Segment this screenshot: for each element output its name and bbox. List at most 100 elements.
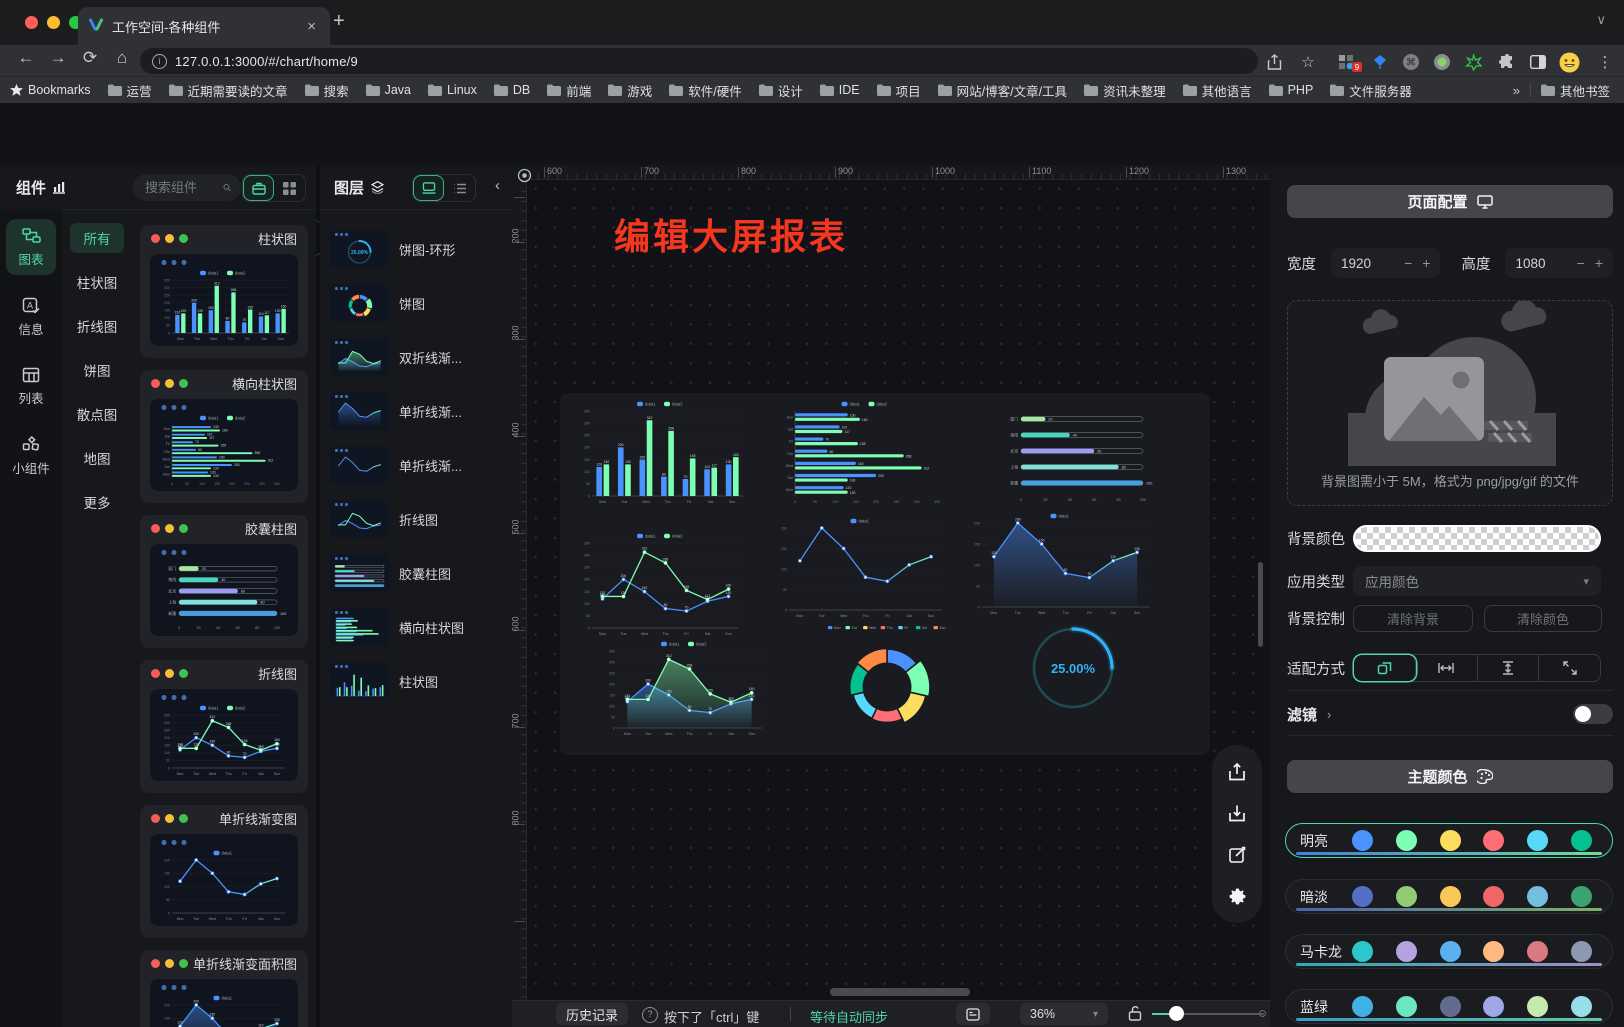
theme-row-马卡龙[interactable]: 马卡龙 (1285, 934, 1613, 969)
close-window-button[interactable] (25, 16, 38, 29)
minus-icon[interactable]: − (1577, 255, 1585, 271)
width-stepper[interactable]: 1920 − + (1331, 248, 1440, 278)
zoom-select[interactable]: 36% ▾ (1020, 1003, 1108, 1025)
share-icon[interactable] (1262, 50, 1286, 74)
minus-icon[interactable]: − (1404, 255, 1412, 271)
sidebar-item-列表[interactable]: 列表 (6, 359, 56, 414)
grid-view-toggle[interactable] (274, 175, 305, 201)
layer-item-3[interactable]: 单折线渐... (320, 384, 512, 438)
bookmark-item[interactable]: Linux (428, 83, 477, 97)
other-bookmarks[interactable]: 其他书签 (1541, 81, 1610, 100)
canvas-chart-bar[interactable]: data1data2050100150200250300350120200150… (575, 398, 747, 506)
help-icon[interactable]: ? (642, 1007, 658, 1023)
layer-item-6[interactable]: 胶囊柱图 (320, 546, 512, 600)
sidebar-item-图表[interactable]: 图表 (6, 219, 56, 275)
site-info-icon[interactable]: i (152, 54, 167, 69)
fit-stretch-button[interactable] (1539, 655, 1600, 681)
clear-color-button[interactable]: 清除颜色 (1484, 605, 1602, 632)
component-card-折线图[interactable]: 折线图data1data2050100150200250300350MonTue… (140, 660, 308, 793)
back-icon[interactable]: ← (14, 48, 38, 68)
canvas-chart-capsule[interactable]: 20厦门40南阳60北京80上海100新疆020406080100 (997, 405, 1159, 505)
plus-icon[interactable]: + (1422, 255, 1430, 271)
browser-menu-icon[interactable]: ⋮ (1593, 50, 1617, 74)
bookmark-item[interactable]: Java (366, 83, 411, 97)
layer-item-4[interactable]: 单折线渐... (320, 438, 512, 492)
canvas-chart-pie[interactable]: MonTueWedThuFriSatSun (792, 621, 982, 735)
address-bar[interactable]: i 127.0.0.1:3000/#/chart/home/9 (140, 48, 1258, 74)
category-折线图[interactable]: 折线图 (70, 311, 124, 341)
bookmark-item[interactable]: 文件服务器 (1330, 81, 1412, 100)
category-所有[interactable]: 所有 (70, 223, 124, 253)
component-card-单折线渐变面积图[interactable]: 单折线渐变面积图data1050100150200MonTueWedThuFri… (140, 950, 308, 1027)
browser-tab[interactable]: 工作空间-各种组件 × (78, 7, 330, 45)
collapse-panel-chevron[interactable]: ‹ (495, 177, 500, 194)
bookmark-star-icon[interactable]: ☆ (1296, 50, 1320, 74)
category-更多[interactable]: 更多 (70, 487, 124, 517)
bookmark-item[interactable]: 资讯未整理 (1084, 81, 1166, 100)
component-card-胶囊柱图[interactable]: 胶囊柱图20厦门40南阳60北京80上海100新疆020406080100 (140, 515, 308, 648)
canvas-title-text[interactable]: 编辑大屏报表 (614, 208, 848, 260)
layer-item-7[interactable]: 横向柱状图 (320, 600, 512, 654)
bookmark-item[interactable]: 其他语言 (1183, 81, 1252, 100)
clear-background-button[interactable]: 清除背景 (1353, 605, 1473, 632)
canvas-chart-area1[interactable]: data1050100150200MonTueWedThuFriSatSun12… (965, 510, 1157, 617)
layer-item-5[interactable]: 折线图 (320, 492, 512, 546)
fit-height-button[interactable] (1478, 655, 1540, 681)
bookmark-item[interactable]: DB (494, 83, 530, 97)
dashboard-board[interactable]: data1data2050100150200250300350120200150… (560, 393, 1210, 755)
bookmark-item[interactable]: 近期需要读的文章 (169, 81, 288, 100)
profile-avatar[interactable] (1557, 50, 1581, 74)
bookmark-item[interactable]: 网站/博客/文章/工具 (938, 81, 1067, 100)
vertical-scrollbar[interactable] (1258, 562, 1263, 647)
bookmarks-overflow-chevron[interactable]: » (1513, 83, 1520, 98)
sidebar-item-小组件[interactable]: 小组件 (6, 428, 56, 484)
plus-icon[interactable]: + (1595, 255, 1603, 271)
notes-doc-icon[interactable] (956, 1003, 990, 1025)
export-icon[interactable] (1222, 757, 1252, 787)
editor-canvas[interactable]: 6007008009001000110012001300 20030040050… (512, 165, 1270, 1027)
list-view-toggle[interactable] (444, 175, 475, 201)
fit-width-button[interactable] (1416, 655, 1478, 681)
bookmark-item[interactable]: 软件/硬件 (669, 81, 741, 100)
layer-item-1[interactable]: 饼图 (320, 276, 512, 330)
kite-extension-icon[interactable] (1368, 50, 1392, 74)
bookmark-item[interactable]: PHP (1269, 83, 1314, 97)
theme-color-header[interactable]: 主题颜色 (1287, 760, 1613, 793)
canvas-chart-line1[interactable]: data1050100150200MonTueWedThuFriSatSun (772, 515, 950, 620)
green-star-extension-icon[interactable] (1461, 50, 1485, 74)
forward-icon[interactable]: → (46, 48, 70, 68)
fit-auto-button[interactable] (1354, 655, 1416, 681)
thumbnail-view-toggle[interactable] (413, 175, 444, 201)
command-extension-icon[interactable]: ⌘ (1399, 50, 1423, 74)
import-icon[interactable] (1222, 798, 1252, 828)
page-config-header[interactable]: 页面配置 (1287, 185, 1613, 218)
briefcase-view-toggle[interactable] (243, 175, 274, 201)
layer-item-0[interactable]: 25.00%饼图-环形 (320, 222, 512, 276)
component-card-柱状图[interactable]: 柱状图data1data2050100150200250300350120200… (140, 225, 308, 358)
bookmark-item[interactable]: 运营 (108, 81, 152, 100)
reload-icon[interactable]: ⟳ (78, 48, 102, 68)
category-散点图[interactable]: 散点图 (70, 399, 124, 429)
bookmark-item[interactable]: 项目 (877, 81, 921, 100)
component-card-横向柱状图[interactable]: 横向柱状图data1data20501001502002503003501202… (140, 370, 308, 503)
layer-item-8[interactable]: 柱状图 (320, 654, 512, 708)
canvas-chart-line2[interactable]: data1data2050100150200250300350MonTueWed… (575, 530, 747, 638)
bookmarks-manager[interactable]: Bookmarks (10, 83, 91, 97)
category-饼图[interactable]: 饼图 (70, 355, 124, 385)
bookmark-item[interactable]: 搜索 (305, 81, 349, 100)
tab-search-chevron-icon[interactable]: ∨ (1596, 12, 1606, 28)
history-button[interactable]: 历史记录 (556, 1003, 628, 1025)
category-地图[interactable]: 地图 (70, 443, 124, 473)
green-circle-extension-icon[interactable] (1430, 50, 1454, 74)
background-upload-dropzone[interactable]: 背景图需小于 5M，格式为 png/jpg/gif 的文件 (1287, 300, 1613, 506)
bookmark-item[interactable]: 前端 (547, 81, 591, 100)
new-tab-button[interactable]: + (333, 10, 345, 33)
layer-item-2[interactable]: 双折线渐... (320, 330, 512, 384)
home-icon[interactable]: ⌂ (110, 48, 134, 68)
bookmark-item[interactable]: 设计 (759, 81, 803, 100)
theme-row-蓝绿[interactable]: 蓝绿 (1285, 989, 1613, 1024)
minimize-window-button[interactable] (47, 16, 60, 29)
theme-row-暗淡[interactable]: 暗淡 (1285, 879, 1613, 914)
canvas-chart-area2[interactable]: data1data2050100150200250300350MonTueWed… (600, 638, 770, 738)
edit-icon[interactable] (1222, 840, 1252, 870)
